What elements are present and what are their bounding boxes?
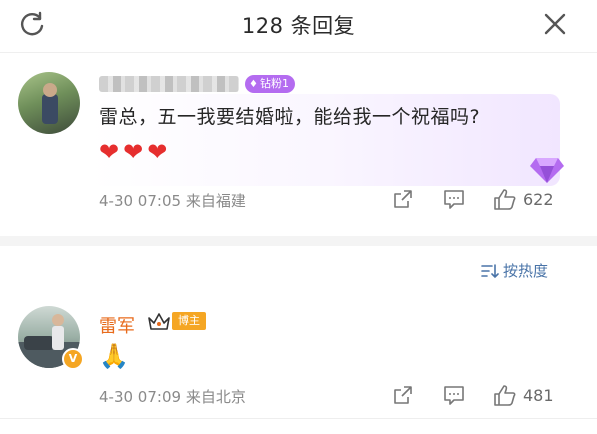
comment-time: 4-30 07:09 bbox=[99, 388, 182, 406]
comment-text: 雷总，五一我要结婚啦，能给我一个祝福吗? bbox=[99, 106, 481, 128]
section-divider bbox=[0, 236, 597, 246]
heart-emoji: ❤❤❤ bbox=[99, 138, 172, 166]
verified-badge: V bbox=[62, 348, 84, 370]
share-button[interactable] bbox=[392, 188, 414, 210]
sort-icon bbox=[481, 263, 499, 278]
comment-button[interactable] bbox=[443, 384, 465, 406]
username-redacted[interactable] bbox=[99, 76, 239, 92]
username[interactable]: 雷军 bbox=[99, 312, 135, 338]
comment-item: ♦ 钻粉1 雷总，五一我要结婚啦，能给我一个祝福吗? ❤❤❤ 4-30 07:05… bbox=[0, 58, 597, 234]
share-icon bbox=[394, 190, 412, 208]
like-button[interactable]: 481 bbox=[493, 384, 554, 406]
divider bbox=[0, 418, 597, 419]
comment-time: 4-30 07:05 bbox=[99, 192, 182, 210]
pray-emoji: 🙏 bbox=[99, 342, 129, 370]
crown-icon bbox=[148, 313, 170, 330]
like-button[interactable]: 622 bbox=[493, 188, 554, 210]
close-icon[interactable] bbox=[543, 12, 567, 36]
share-button[interactable] bbox=[392, 384, 414, 406]
diamond-icon bbox=[530, 158, 564, 183]
comment-icon bbox=[444, 190, 464, 209]
comment-meta: 4-30 07:09 来自北京 bbox=[99, 386, 246, 407]
replies-header: 128 条回复 bbox=[0, 0, 597, 53]
like-count: 622 bbox=[523, 189, 554, 209]
comment-item: V 雷军 博主 🙏 4-30 07:09 来自北京 481 bbox=[0, 290, 597, 430]
sort-button[interactable]: 按热度 bbox=[481, 260, 548, 281]
author-badge: 博主 bbox=[172, 312, 206, 330]
page-title: 128 条回复 bbox=[241, 14, 356, 38]
comment-meta: 4-30 07:05 来自福建 bbox=[99, 190, 246, 211]
thumbs-up-icon bbox=[494, 189, 516, 210]
like-count: 481 bbox=[523, 385, 554, 405]
comment-location: 来自北京 bbox=[185, 388, 246, 406]
thumbs-up-icon bbox=[494, 385, 516, 406]
diamond-icon: ♦ bbox=[249, 79, 258, 90]
comment-button[interactable] bbox=[443, 188, 465, 210]
comment-location: 来自福建 bbox=[185, 192, 246, 210]
comment-icon bbox=[444, 386, 464, 405]
share-icon bbox=[394, 386, 412, 404]
diamond-fan-badge: ♦ 钻粉1 bbox=[245, 75, 295, 93]
avatar[interactable] bbox=[18, 72, 80, 134]
sort-label: 按热度 bbox=[503, 262, 549, 280]
